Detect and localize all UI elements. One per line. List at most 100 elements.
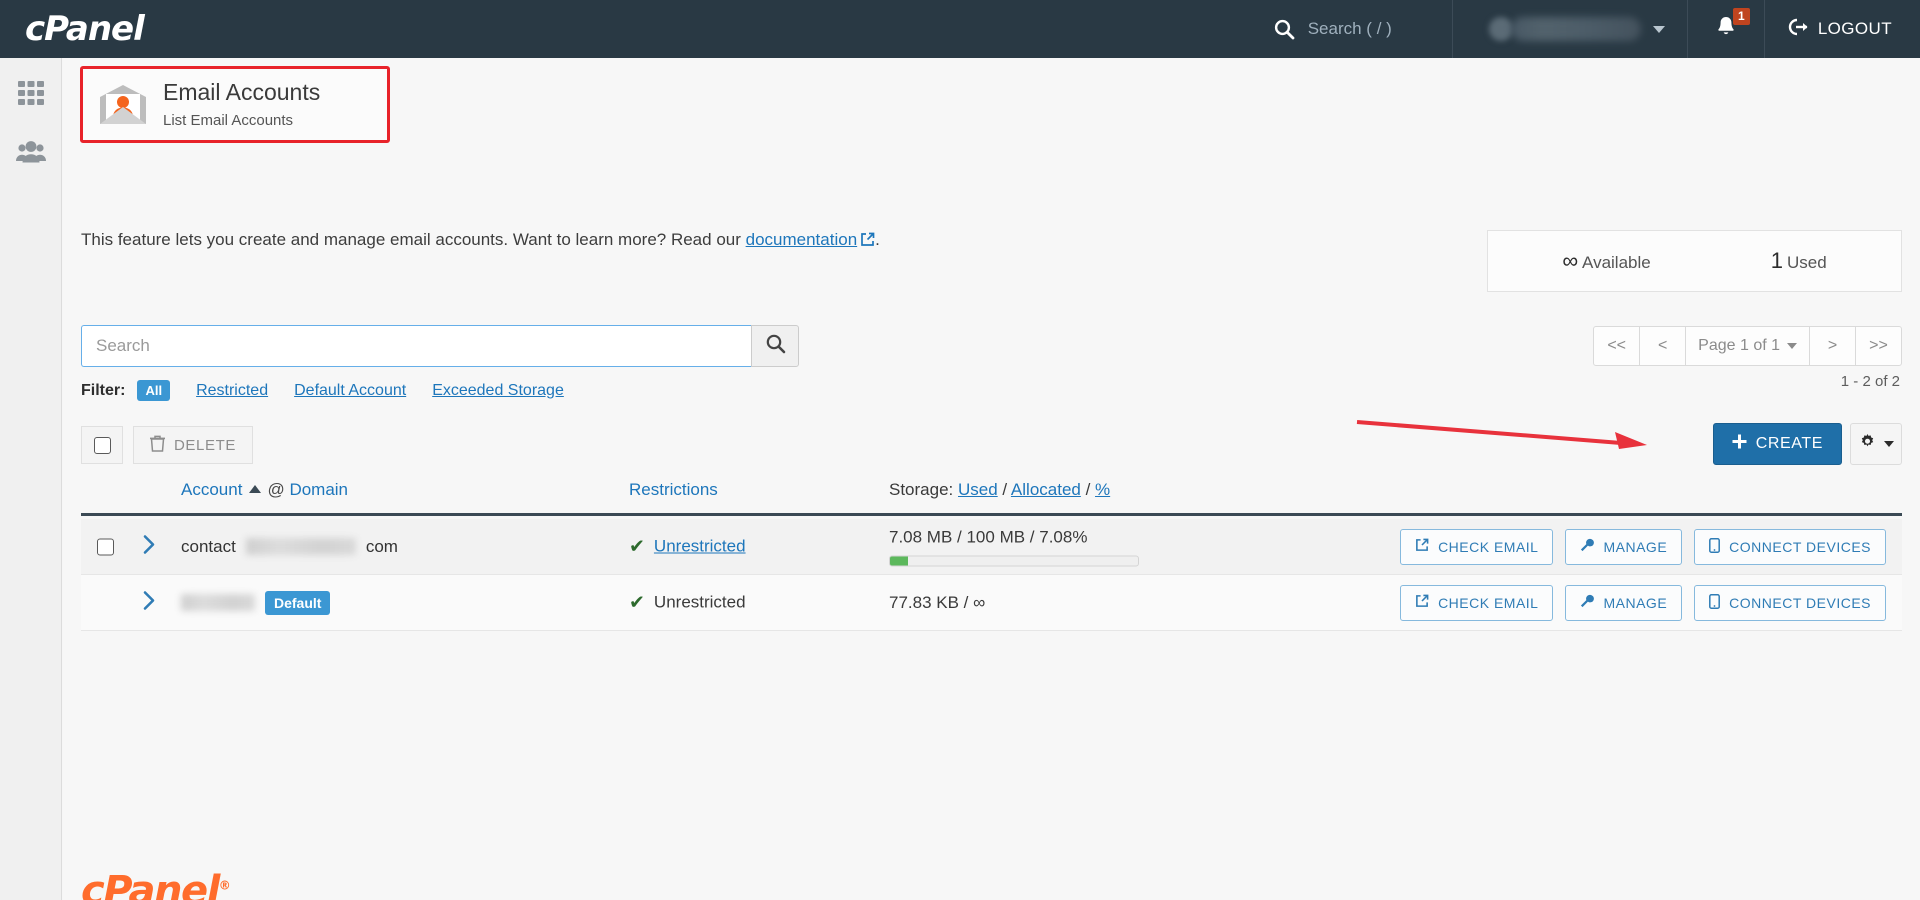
column-account-label: Account	[181, 480, 243, 499]
row-account-name: contact com	[181, 537, 398, 557]
filter-bar: Filter: All Restricted Default Account E…	[81, 380, 564, 401]
pagination-first-button[interactable]: <<	[1593, 326, 1641, 366]
manage-label: MANAGE	[1603, 538, 1668, 555]
check-email-label: CHECK EMAIL	[1438, 538, 1539, 555]
row-storage: 7.08 MB / 100 MB / 7.08%	[889, 527, 1139, 566]
delete-button[interactable]: DELETE	[133, 426, 253, 464]
mobile-device-icon	[1709, 537, 1721, 556]
pagination-prev-button[interactable]: <	[1639, 326, 1687, 366]
search-submit-button[interactable]	[751, 325, 799, 367]
check-email-label: CHECK EMAIL	[1438, 594, 1539, 611]
row-actions: CHECK EMAIL MANAGE CONNECT DEVICES	[1400, 584, 1886, 621]
used-label: Used	[1786, 253, 1827, 272]
storage-text: 77.83 KB / ∞	[889, 592, 986, 612]
sidebar-item-users[interactable]	[14, 136, 48, 170]
account-redacted	[181, 594, 255, 611]
storage-prefix: Storage:	[889, 480, 954, 499]
search-icon	[1273, 18, 1295, 40]
sort-storage-allocated[interactable]: Allocated	[1011, 480, 1081, 499]
wrench-icon	[1580, 538, 1595, 555]
account-suffix: com	[365, 536, 398, 556]
column-header-account[interactable]: Account @ Domain	[181, 480, 348, 500]
restriction-label[interactable]: Unrestricted	[654, 537, 746, 557]
global-search[interactable]: Search ( / )	[1273, 18, 1392, 40]
delete-label: DELETE	[174, 436, 236, 454]
checkbox-icon	[93, 436, 111, 454]
manage-button[interactable]: MANAGE	[1565, 528, 1683, 565]
pagination: << < Page 1 of 1 > >>	[1593, 326, 1902, 366]
row-account-name: Default	[181, 590, 331, 615]
chevron-down-icon	[1883, 441, 1894, 447]
logout-button[interactable]: LOGOUT	[1765, 17, 1920, 42]
page-title: Email Accounts	[163, 78, 321, 105]
filter-option-default-account[interactable]: Default Account	[294, 382, 406, 400]
intro-period: .	[875, 230, 880, 249]
sidebar-item-apps[interactable]	[14, 76, 48, 110]
notifications-button[interactable]: 1	[1688, 0, 1764, 58]
create-button[interactable]: CREATE	[1712, 423, 1842, 465]
chevron-down-icon	[1787, 343, 1797, 349]
external-link-icon	[1415, 594, 1429, 611]
quota-summary: ∞ Available 1 Used	[1487, 230, 1902, 292]
filter-option-restricted[interactable]: Restricted	[196, 382, 268, 400]
intro-sentence: This feature lets you create and manage …	[81, 230, 746, 249]
filter-label: Filter:	[81, 381, 126, 399]
table-header: Account @ Domain Restrictions Storage: Us…	[81, 476, 1902, 516]
account-redacted	[245, 538, 356, 555]
sort-storage-percent[interactable]: %	[1095, 480, 1110, 499]
row-expand-toggle[interactable]	[143, 534, 156, 559]
row-checkbox[interactable]	[97, 538, 114, 555]
trash-icon	[150, 435, 165, 456]
primary-actions: CREATE	[1712, 423, 1902, 465]
footer-logo-text: cPanel	[81, 868, 220, 900]
connect-devices-button[interactable]: CONNECT DEVICES	[1694, 528, 1886, 565]
registered-mark: ®	[218, 878, 231, 893]
settings-dropdown-button[interactable]	[1850, 423, 1902, 465]
checkbox-icon	[97, 538, 114, 555]
external-link-icon	[860, 232, 875, 252]
documentation-link[interactable]: documentation	[746, 230, 858, 249]
pagination-last-button[interactable]: >>	[1855, 326, 1902, 366]
user-menu[interactable]	[1453, 0, 1687, 58]
bulk-actions-toolbar: DELETE	[81, 426, 253, 464]
manage-button[interactable]: MANAGE	[1565, 584, 1683, 621]
available-value: ∞	[1562, 248, 1579, 273]
user-name-redacted	[1510, 17, 1641, 41]
connect-devices-button[interactable]: CONNECT DEVICES	[1694, 584, 1886, 621]
pagination-page-label: Page 1 of 1	[1698, 337, 1780, 354]
check-email-button[interactable]: CHECK EMAIL	[1400, 528, 1554, 565]
column-header-restrictions[interactable]: Restrictions	[629, 480, 718, 500]
left-sidebar	[0, 58, 62, 900]
chevron-down-icon	[1652, 25, 1665, 33]
create-label: CREATE	[1755, 435, 1823, 452]
wrench-icon	[1580, 594, 1595, 611]
select-all-checkbox[interactable]	[81, 426, 123, 464]
filter-option-exceeded-storage[interactable]: Exceeded Storage	[432, 382, 564, 400]
email-accounts-icon	[97, 83, 149, 127]
row-actions: CHECK EMAIL MANAGE CONNECT DEVICES	[1400, 528, 1886, 565]
external-link-icon	[1415, 538, 1429, 555]
account-prefix: contact	[181, 536, 236, 556]
connect-devices-label: CONNECT DEVICES	[1729, 538, 1871, 555]
search-input[interactable]	[81, 325, 751, 367]
pagination-next-button[interactable]: >	[1809, 326, 1856, 366]
check-email-button[interactable]: CHECK EMAIL	[1400, 584, 1554, 621]
sort-storage-used[interactable]: Used	[958, 480, 998, 499]
search-icon	[765, 333, 786, 359]
check-icon: ✔	[629, 536, 645, 557]
check-icon: ✔	[629, 592, 645, 613]
plus-icon	[1732, 434, 1747, 454]
page-subtitle: List Email Accounts	[163, 112, 294, 130]
storage-progress-bar	[889, 555, 1139, 566]
used-value: 1	[1770, 248, 1783, 273]
row-restriction: ✔ Unrestricted	[629, 591, 746, 614]
filter-option-all[interactable]: All	[137, 380, 171, 401]
cpanel-logo-text: cPanel	[25, 9, 145, 49]
column-domain-label[interactable]: Domain	[289, 480, 348, 499]
row-expand-toggle[interactable]	[143, 590, 156, 615]
top-header-bar: cPanel Search ( / ) 1 LOGOUT	[0, 0, 1920, 58]
used-stat: 1 Used	[1771, 248, 1827, 274]
pagination-page-dropdown[interactable]: Page 1 of 1	[1685, 326, 1810, 366]
row-restriction: ✔ Unrestricted	[629, 535, 746, 558]
cpanel-logo[interactable]: cPanel	[25, 9, 235, 49]
